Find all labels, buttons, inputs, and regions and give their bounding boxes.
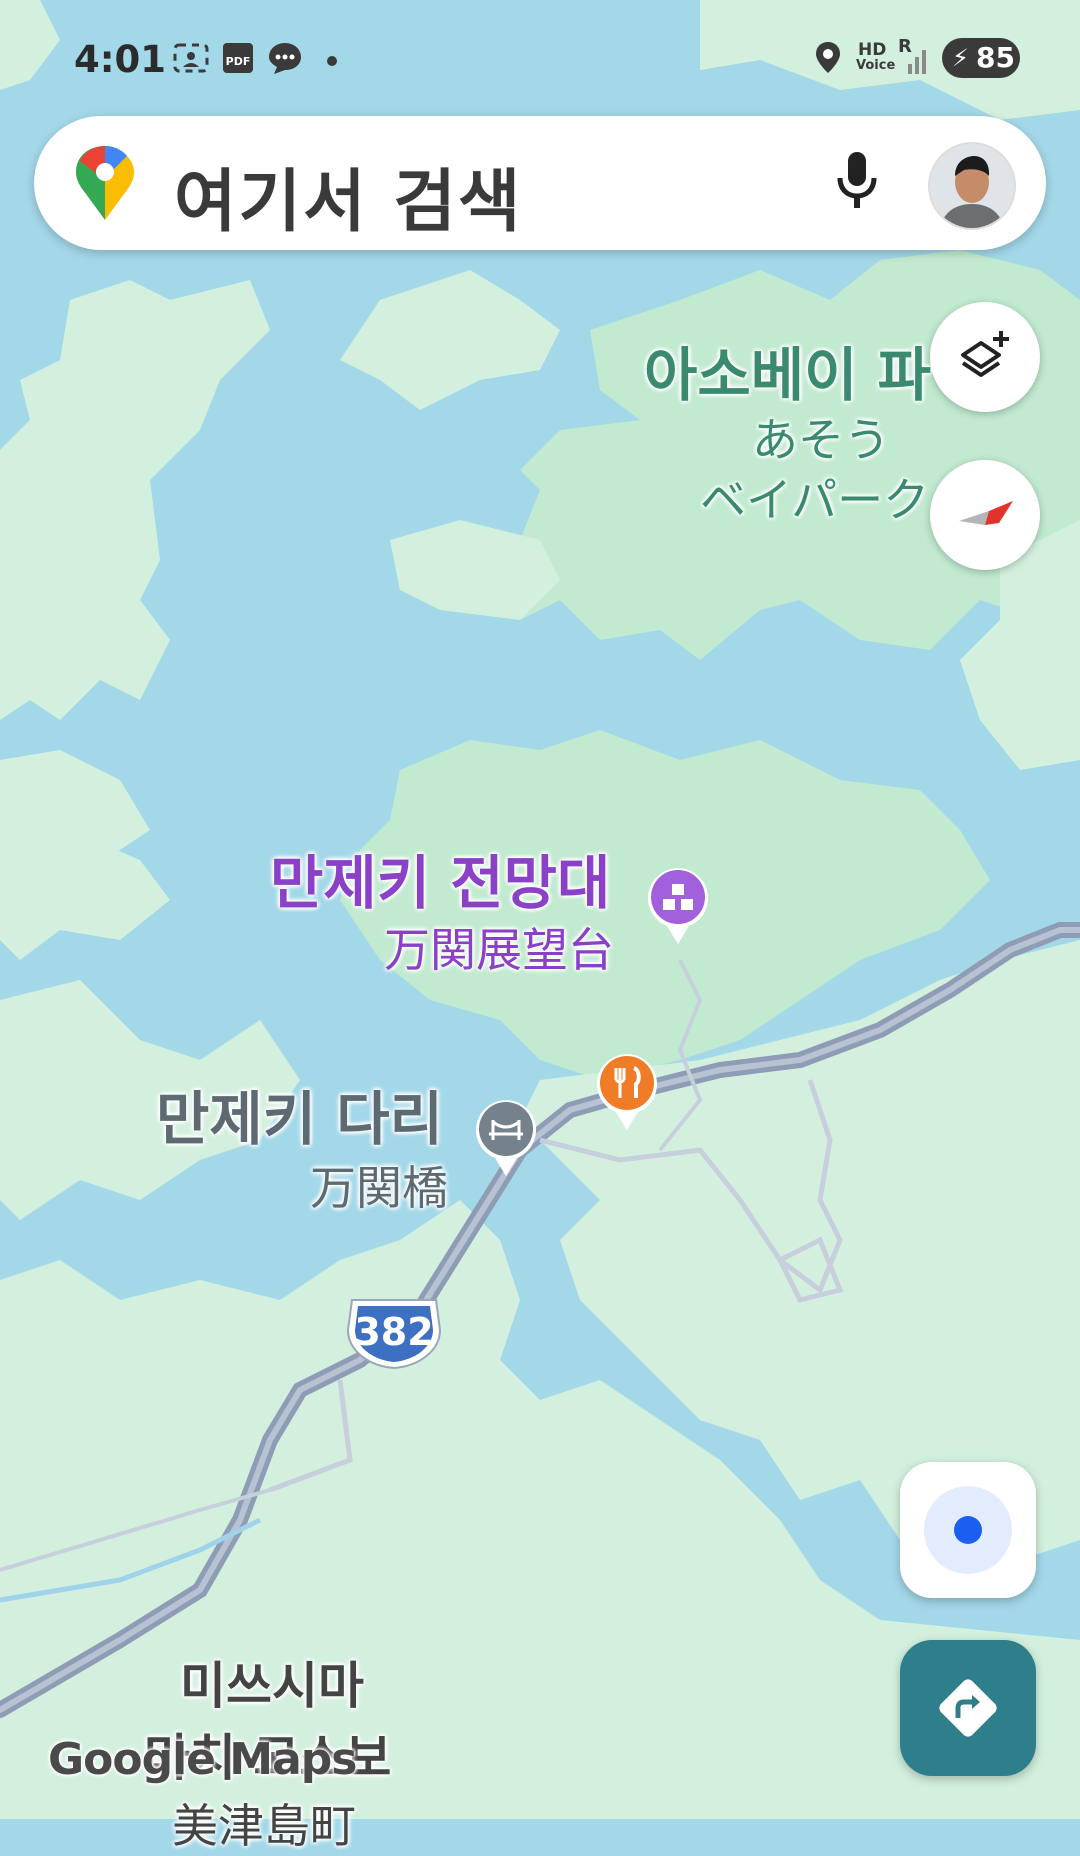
route-number: 382 [354,1310,434,1354]
directions-icon [934,1674,1002,1746]
restaurant-marker[interactable] [594,1050,660,1136]
bridge-label-ja: 万関橋 [310,1161,448,1215]
google-maps-pin-icon [74,144,136,228]
my-location-button[interactable] [900,1462,1036,1598]
bridge-label-ko: 만제키 다리 [156,1085,443,1153]
layers-plus-icon [957,329,1013,389]
compass-button[interactable] [930,460,1040,570]
compass-icon [955,495,1015,539]
observatory-icon [648,868,708,944]
pdf-icon: PDF [220,40,256,76]
status-bar: 4:01 PDF HD Voice R ⚡ 85 [0,0,1080,120]
park-label-ko: 아소베이 파 [644,341,931,409]
notification-dot-icon [326,52,338,88]
town-label-ja: 美津島町 [172,1799,356,1853]
directions-button[interactable] [900,1640,1036,1776]
observatory-marker[interactable] [645,864,711,950]
battery-charging-icon: ⚡ 85 [942,38,1020,78]
microphone-icon[interactable] [834,150,880,220]
park-label[interactable]: 아소베이 파 [644,328,931,412]
messenger-icon [266,40,304,76]
park-label-ja-1: あそう [752,413,890,467]
bridge-marker[interactable] [473,1096,539,1182]
observatory-label-ja: 万関展望台 [384,923,614,977]
restaurant-icon [597,1054,657,1130]
battery-percent: 85 [976,41,1015,74]
hd-voice-bottom: Voice [856,58,896,73]
search-input[interactable]: 여기서 검색 [174,146,522,245]
my-location-icon [923,1485,1013,1579]
layers-button[interactable] [930,302,1040,412]
status-time: 4:01 [74,38,167,81]
charging-bolt-icon: ⚡ [952,44,969,72]
park-label-ja-2: ベイパーク [700,473,930,527]
town-label-ko-1: 미쓰시마 [180,1657,364,1715]
profile-avatar[interactable] [928,142,1016,230]
search-bar[interactable]: 여기서 검색 [34,116,1046,250]
screenshot-icon [172,40,210,76]
google-maps-watermark: Google Maps [48,1734,357,1785]
svg-text:PDF: PDF [226,55,251,68]
location-icon [814,40,842,76]
bridge-icon [476,1100,536,1176]
hd-voice-icon: HD Voice [856,40,896,76]
bridge-label[interactable]: 만제키 다리 [156,1072,443,1156]
observatory-label[interactable]: 만제키 전망대 [270,836,610,920]
observatory-label-ko: 만제키 전망대 [270,849,611,917]
hd-voice-top: HD [858,40,887,60]
route-382-shield: 382 [344,1296,444,1372]
